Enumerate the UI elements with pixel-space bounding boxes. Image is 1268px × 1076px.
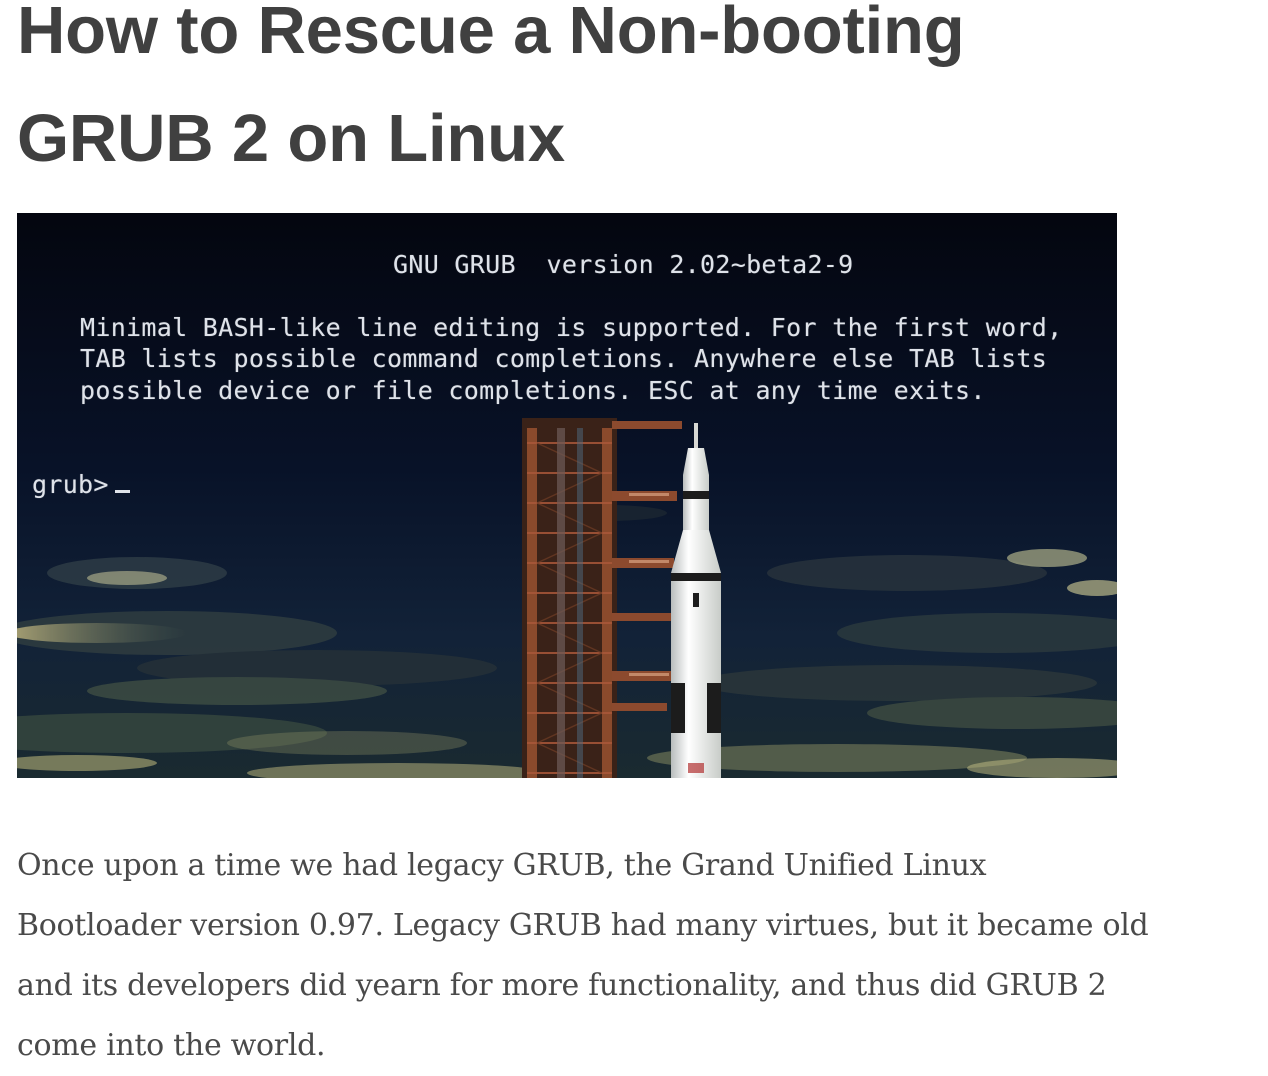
article: How to Rescue a Non-booting GRUB 2 on Li… (17, 0, 1257, 1063)
hero-image: GNU GRUB version 2.02~beta2-9 Minimal BA… (17, 213, 1117, 778)
grub-prompt-label: grub> (32, 470, 109, 499)
console-line: Minimal BASH-like line editing is suppor… (80, 313, 1063, 342)
cursor-icon (114, 490, 130, 493)
article-paragraph: Once upon a time we had legacy GRUB, the… (17, 848, 1149, 1063)
article-title: How to Rescue a Non-booting GRUB 2 on Li… (17, 0, 965, 176)
grub-version-header: GNU GRUB version 2.02~beta2-9 (393, 250, 854, 279)
console-line: TAB lists possible command completions. … (80, 344, 1048, 373)
console-line: possible device or file completions. ESC… (80, 376, 986, 405)
grub-prompt: grub> (32, 469, 130, 500)
grub-console: GNU GRUB version 2.02~beta2-9 Minimal BA… (17, 213, 1117, 778)
